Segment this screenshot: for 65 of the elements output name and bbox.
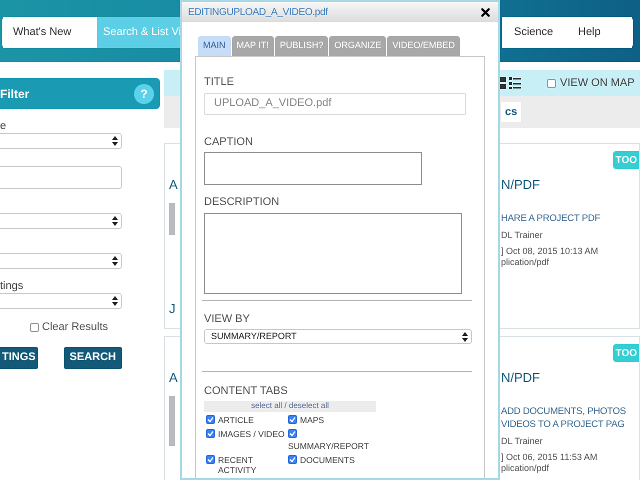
description-label: DESCRIPTION — [204, 195, 280, 210]
checkbox[interactable] — [206, 414, 215, 424]
view-by-label: VIEW BY — [204, 312, 251, 326]
result-type: plication/pdf — [501, 257, 550, 268]
title-input[interactable]: UPLOAD_A_VIDEO.pdf — [204, 92, 466, 114]
select-arrows-icon — [112, 216, 118, 226]
content-tab-label: SUMMARY/REPORT — [288, 440, 369, 450]
tool-badge: TOO — [612, 151, 639, 169]
tool-badge: TOO — [612, 344, 639, 362]
result-author: DL Trainer — [501, 230, 544, 241]
select-field[interactable] — [0, 133, 122, 149]
checkbox[interactable] — [547, 78, 556, 88]
result-title[interactable]: N/PDF — [501, 370, 639, 386]
filter-button[interactable]: SEARCH — [64, 346, 122, 368]
result-type: plication/pdf — [501, 463, 550, 474]
dialog-title: EDITINGUPLOAD_A_VIDEO.pdf — [188, 6, 328, 20]
result-author: DL Trainer — [501, 436, 544, 447]
checkbox[interactable] — [30, 322, 39, 332]
filter-title: Filter — [0, 86, 30, 102]
view-on-map-label: VIEW ON MAP — [560, 76, 635, 91]
description-textarea[interactable] — [204, 212, 462, 294]
result-date: ] Oct 06, 2015 11:53 AM — [501, 452, 598, 463]
caption-label: CAPTION — [204, 134, 254, 150]
result-title[interactable]: A — [169, 177, 178, 193]
category-tab[interactable]: cs — [501, 102, 522, 122]
result-footer: J — [169, 301, 176, 317]
filter-button[interactable]: TINGS — [0, 346, 38, 368]
caption-textarea[interactable] — [204, 152, 422, 185]
clear-results-label: Clear Results — [42, 320, 108, 335]
checkbox[interactable] — [288, 428, 297, 438]
content-tab-label: RECENT ACTIVITY — [218, 454, 258, 474]
grid-view-icon[interactable] — [500, 77, 506, 89]
result-date: ] Oct 08, 2015 10:13 AM — [501, 246, 600, 257]
thumbnail-placeholder — [169, 203, 175, 235]
select-all-link[interactable]: select all / deselect all — [204, 400, 376, 412]
select-field[interactable] — [0, 253, 122, 269]
select-arrows-icon — [462, 332, 468, 342]
content-tabs-label: CONTENT TABS — [204, 384, 289, 399]
thumbnail-placeholder — [169, 396, 175, 446]
content-tab-label: ARTICLE — [218, 414, 254, 424]
result-name[interactable]: VIDEOS TO A PROJECT PAG — [501, 418, 639, 431]
result-name[interactable]: ADD DOCUMENTS, PHOTOS — [501, 405, 639, 418]
result-title[interactable]: N/PDF — [501, 177, 639, 193]
select-arrows-icon — [112, 256, 118, 266]
select-arrows-icon — [112, 136, 118, 146]
field-label: e — [0, 119, 8, 133]
result-name[interactable]: HARE A PROJECT PDF — [501, 212, 639, 225]
checkbox[interactable] — [288, 414, 297, 424]
result-title[interactable]: A — [169, 370, 178, 386]
field-label: tings — [0, 279, 24, 293]
dialog-tab[interactable]: MAIN — [198, 36, 230, 56]
content-tab-label: IMAGES / VIDEO — [218, 428, 285, 438]
select-arrows-icon — [112, 296, 118, 306]
checkbox[interactable] — [206, 428, 215, 438]
close-icon[interactable] — [479, 6, 492, 18]
list-view-icon[interactable] — [509, 77, 521, 89]
select-field[interactable] — [0, 293, 122, 309]
checkbox[interactable] — [288, 454, 297, 464]
view-by-select[interactable]: SUMMARY/REPORT — [204, 329, 472, 344]
content-tab-label: MAPS — [300, 414, 324, 424]
input-field[interactable] — [0, 166, 122, 189]
select-field[interactable] — [0, 213, 122, 229]
content-tab-label: DOCUMENTS — [300, 454, 355, 464]
checkbox[interactable] — [206, 454, 215, 464]
title-label: TITLE — [204, 75, 235, 90]
